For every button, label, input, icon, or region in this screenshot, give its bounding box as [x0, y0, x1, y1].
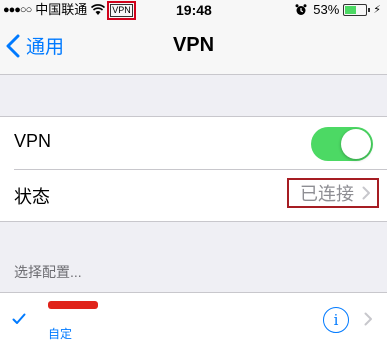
- vpn-row-label: VPN: [14, 131, 52, 151]
- status-row[interactable]: 状态 已连接: [0, 169, 387, 221]
- vpn-settings-group: VPN 状态 已连接: [0, 116, 387, 222]
- chevron-right-icon: [362, 186, 370, 200]
- config-section-header: 选择配置...: [14, 264, 82, 280]
- battery-level-fill: [345, 6, 356, 14]
- charging-bolt-icon: ⚡: [373, 4, 381, 16]
- status-value-text: 已连接: [300, 184, 354, 204]
- status-left: ●●●○○ 中国联通 VPN: [3, 0, 136, 20]
- chevron-right-icon: [364, 312, 372, 326]
- config-list-item[interactable]: 自定 i: [0, 293, 387, 351]
- vpn-status-badge: VPN: [107, 0, 136, 20]
- alarm-clock-icon: [295, 4, 307, 15]
- status-right: 53% ⚡: [295, 0, 381, 20]
- info-icon[interactable]: i: [323, 307, 349, 333]
- checkmark-icon: [12, 313, 26, 324]
- status-value-box[interactable]: 已连接: [287, 178, 379, 208]
- signal-strength-icon: ●●●○○: [3, 4, 32, 16]
- navigation-bar: 通用 VPN: [0, 20, 387, 75]
- page-title: VPN: [172, 34, 215, 56]
- redacted-config-name: [48, 301, 98, 309]
- vpn-toggle-row: VPN: [0, 117, 387, 169]
- config-list: 自定 i: [0, 292, 387, 351]
- status-row-label: 状态: [14, 187, 50, 207]
- config-item-subtitle: 自定: [48, 327, 73, 341]
- toggle-knob: [341, 129, 371, 159]
- vpn-toggle-switch[interactable]: [311, 127, 373, 161]
- clock: 19:48: [176, 2, 212, 18]
- battery-cap: [368, 8, 371, 12]
- status-bar: ●●●○○ 中国联通 VPN 19:48 53% ⚡: [0, 0, 387, 20]
- carrier-name: 中国联通: [35, 2, 88, 17]
- battery-icon: [343, 4, 368, 16]
- wifi-icon: [91, 4, 106, 15]
- battery-percentage: 53%: [313, 2, 340, 17]
